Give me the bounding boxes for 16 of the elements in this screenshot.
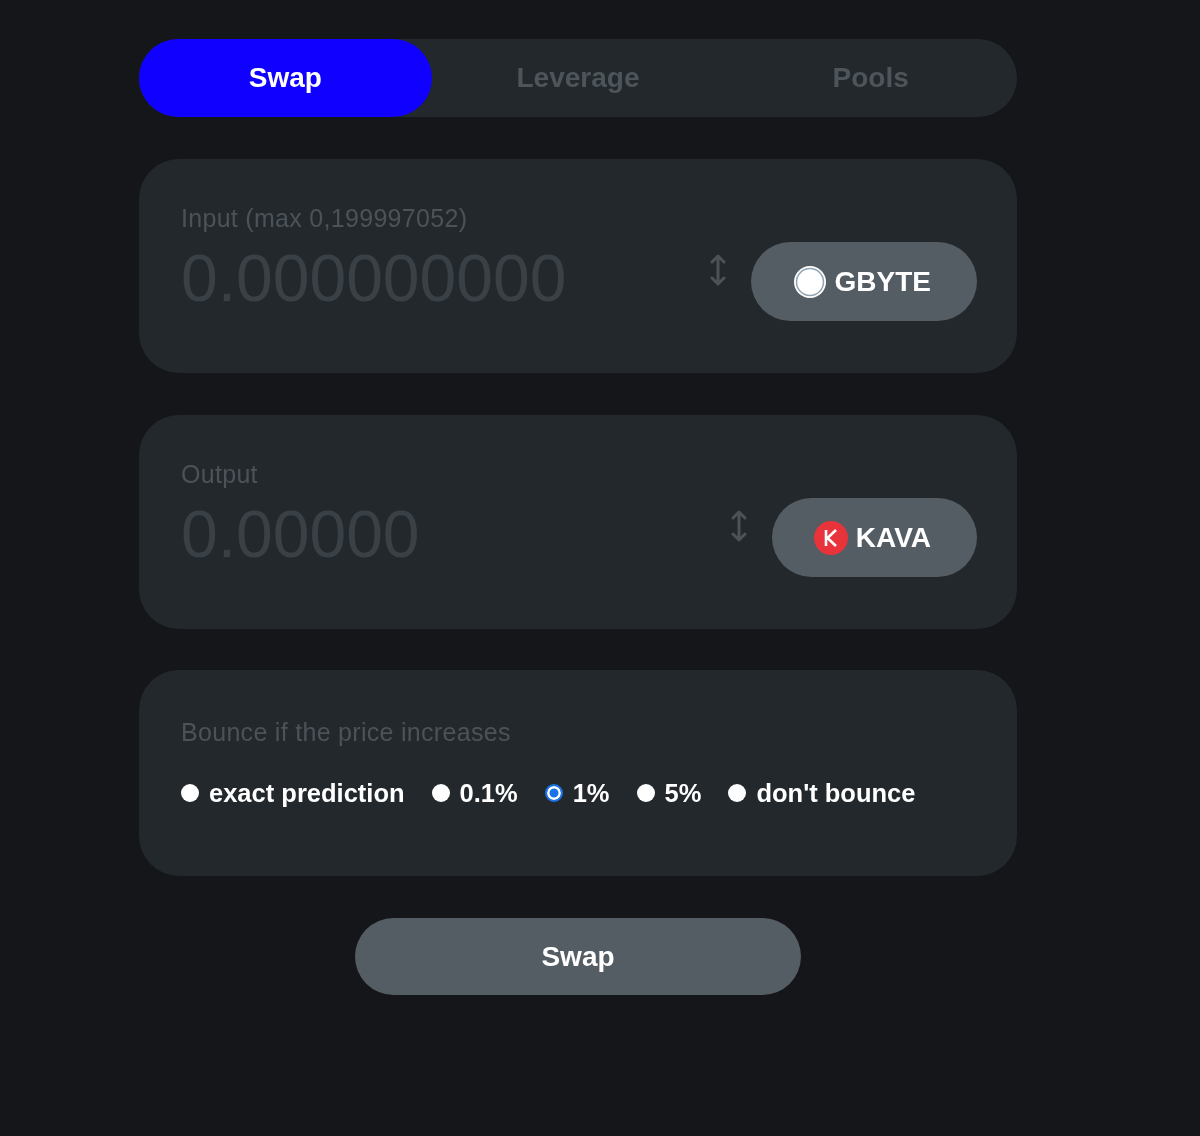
radio-icon[interactable] [181, 784, 199, 802]
radio-icon[interactable] [728, 784, 747, 802]
radio-option[interactable]: 0.1% [431, 778, 518, 808]
radio-option[interactable]: exact prediction [181, 778, 405, 808]
radio-icon[interactable] [544, 784, 563, 802]
radio-option[interactable]: 5% [636, 778, 702, 808]
radio-icon[interactable] [636, 784, 655, 802]
radio-option[interactable]: 1% [544, 778, 610, 808]
token-select-button[interactable]: GBYTE [750, 242, 977, 321]
token-select-button[interactable]: KAVA [771, 498, 977, 577]
radio-option[interactable]: don't bounce [728, 778, 916, 808]
swap-button[interactable]: Swap [355, 918, 801, 995]
radio-icon[interactable] [431, 784, 450, 802]
tab[interactable]: Swap [139, 39, 432, 117]
ring-logo-icon [792, 264, 827, 299]
k-logo-icon [813, 520, 848, 555]
